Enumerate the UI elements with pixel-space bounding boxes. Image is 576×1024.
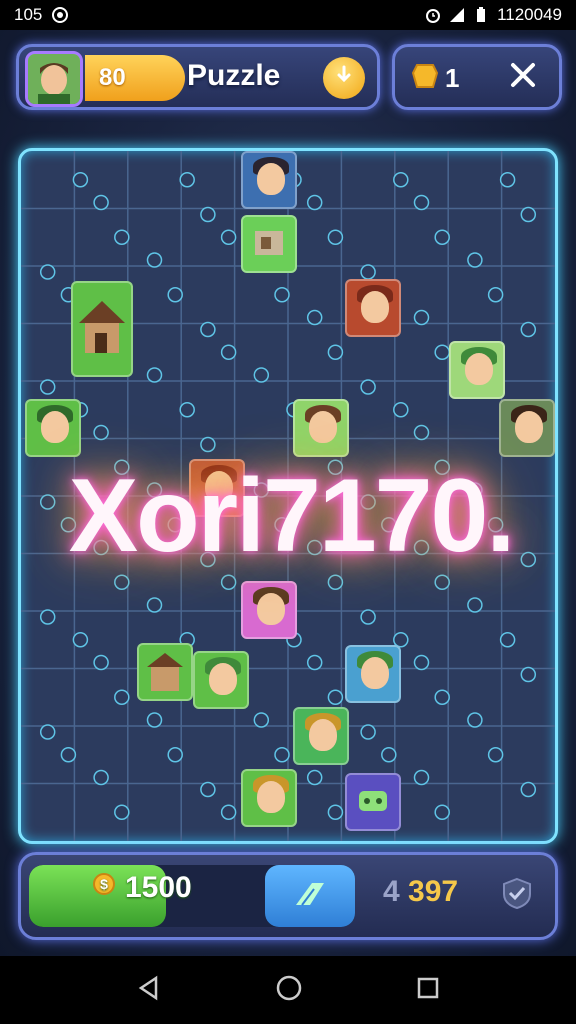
- close-icon: [510, 62, 536, 93]
- hint-icon: [333, 64, 355, 92]
- check-icon: [500, 876, 534, 915]
- svg-text:$: $: [100, 876, 108, 892]
- battery-icon: [473, 7, 489, 23]
- puzzle-piece[interactable]: [345, 279, 401, 337]
- whatsapp-icon: [52, 7, 69, 23]
- home-icon[interactable]: [275, 974, 303, 1007]
- puzzle-board[interactable]: Xori7170.: [18, 148, 558, 844]
- puzzle-piece[interactable]: [193, 651, 249, 709]
- gem-count: 1: [445, 63, 460, 93]
- alarm-icon: [425, 7, 441, 23]
- recents-icon[interactable]: [416, 976, 440, 1005]
- boost-icon: [292, 879, 328, 914]
- status-bar: 105 1120049: [0, 0, 576, 30]
- coin-icon: $: [91, 871, 117, 905]
- puzzle-piece[interactable]: [241, 769, 297, 827]
- gems-panel: 1: [392, 44, 562, 110]
- puzzle-piece[interactable]: [241, 581, 297, 639]
- status-time: 105: [14, 5, 43, 24]
- score-value: 1500: [125, 871, 192, 904]
- puzzle-piece[interactable]: [241, 215, 297, 273]
- puzzle-piece[interactable]: [449, 341, 505, 399]
- game-area: 80 Puzzle 1 Xori7170. $ 1500 4 397: [0, 30, 576, 956]
- system-nav-bar: [0, 956, 576, 1024]
- coin-counter: 80: [85, 55, 185, 101]
- puzzle-piece[interactable]: [345, 773, 401, 831]
- hint-button[interactable]: [323, 57, 365, 99]
- status-clock: 1120049: [497, 5, 562, 24]
- puzzle-piece[interactable]: [293, 707, 349, 765]
- page-title: Puzzle: [187, 59, 281, 92]
- coin-count: 80: [99, 64, 126, 91]
- puzzle-piece[interactable]: [25, 399, 81, 457]
- score-display: $ 1500: [91, 871, 192, 905]
- moves-value: 397: [408, 875, 459, 908]
- puzzle-piece[interactable]: [137, 643, 193, 701]
- top-header: 80 Puzzle: [16, 44, 380, 110]
- puzzle-piece[interactable]: [345, 645, 401, 703]
- puzzle-piece[interactable]: [499, 399, 555, 457]
- signal-icon: [449, 7, 465, 23]
- check-button[interactable]: [497, 875, 537, 915]
- overlay-text: Xori7170.: [68, 457, 516, 574]
- puzzle-piece[interactable]: [71, 281, 133, 377]
- moves-display: 4 397: [383, 875, 458, 909]
- close-button[interactable]: [503, 57, 543, 97]
- boost-button[interactable]: [265, 865, 355, 927]
- back-icon[interactable]: [136, 975, 162, 1006]
- gem-counter: 1: [411, 61, 459, 96]
- puzzle-piece[interactable]: [293, 399, 349, 457]
- puzzle-piece[interactable]: [241, 151, 297, 209]
- gem-icon: [411, 61, 439, 96]
- moves-prefix: 4: [383, 875, 400, 908]
- bottom-bar: $ 1500 4 397: [18, 852, 558, 940]
- avatar[interactable]: [25, 51, 83, 107]
